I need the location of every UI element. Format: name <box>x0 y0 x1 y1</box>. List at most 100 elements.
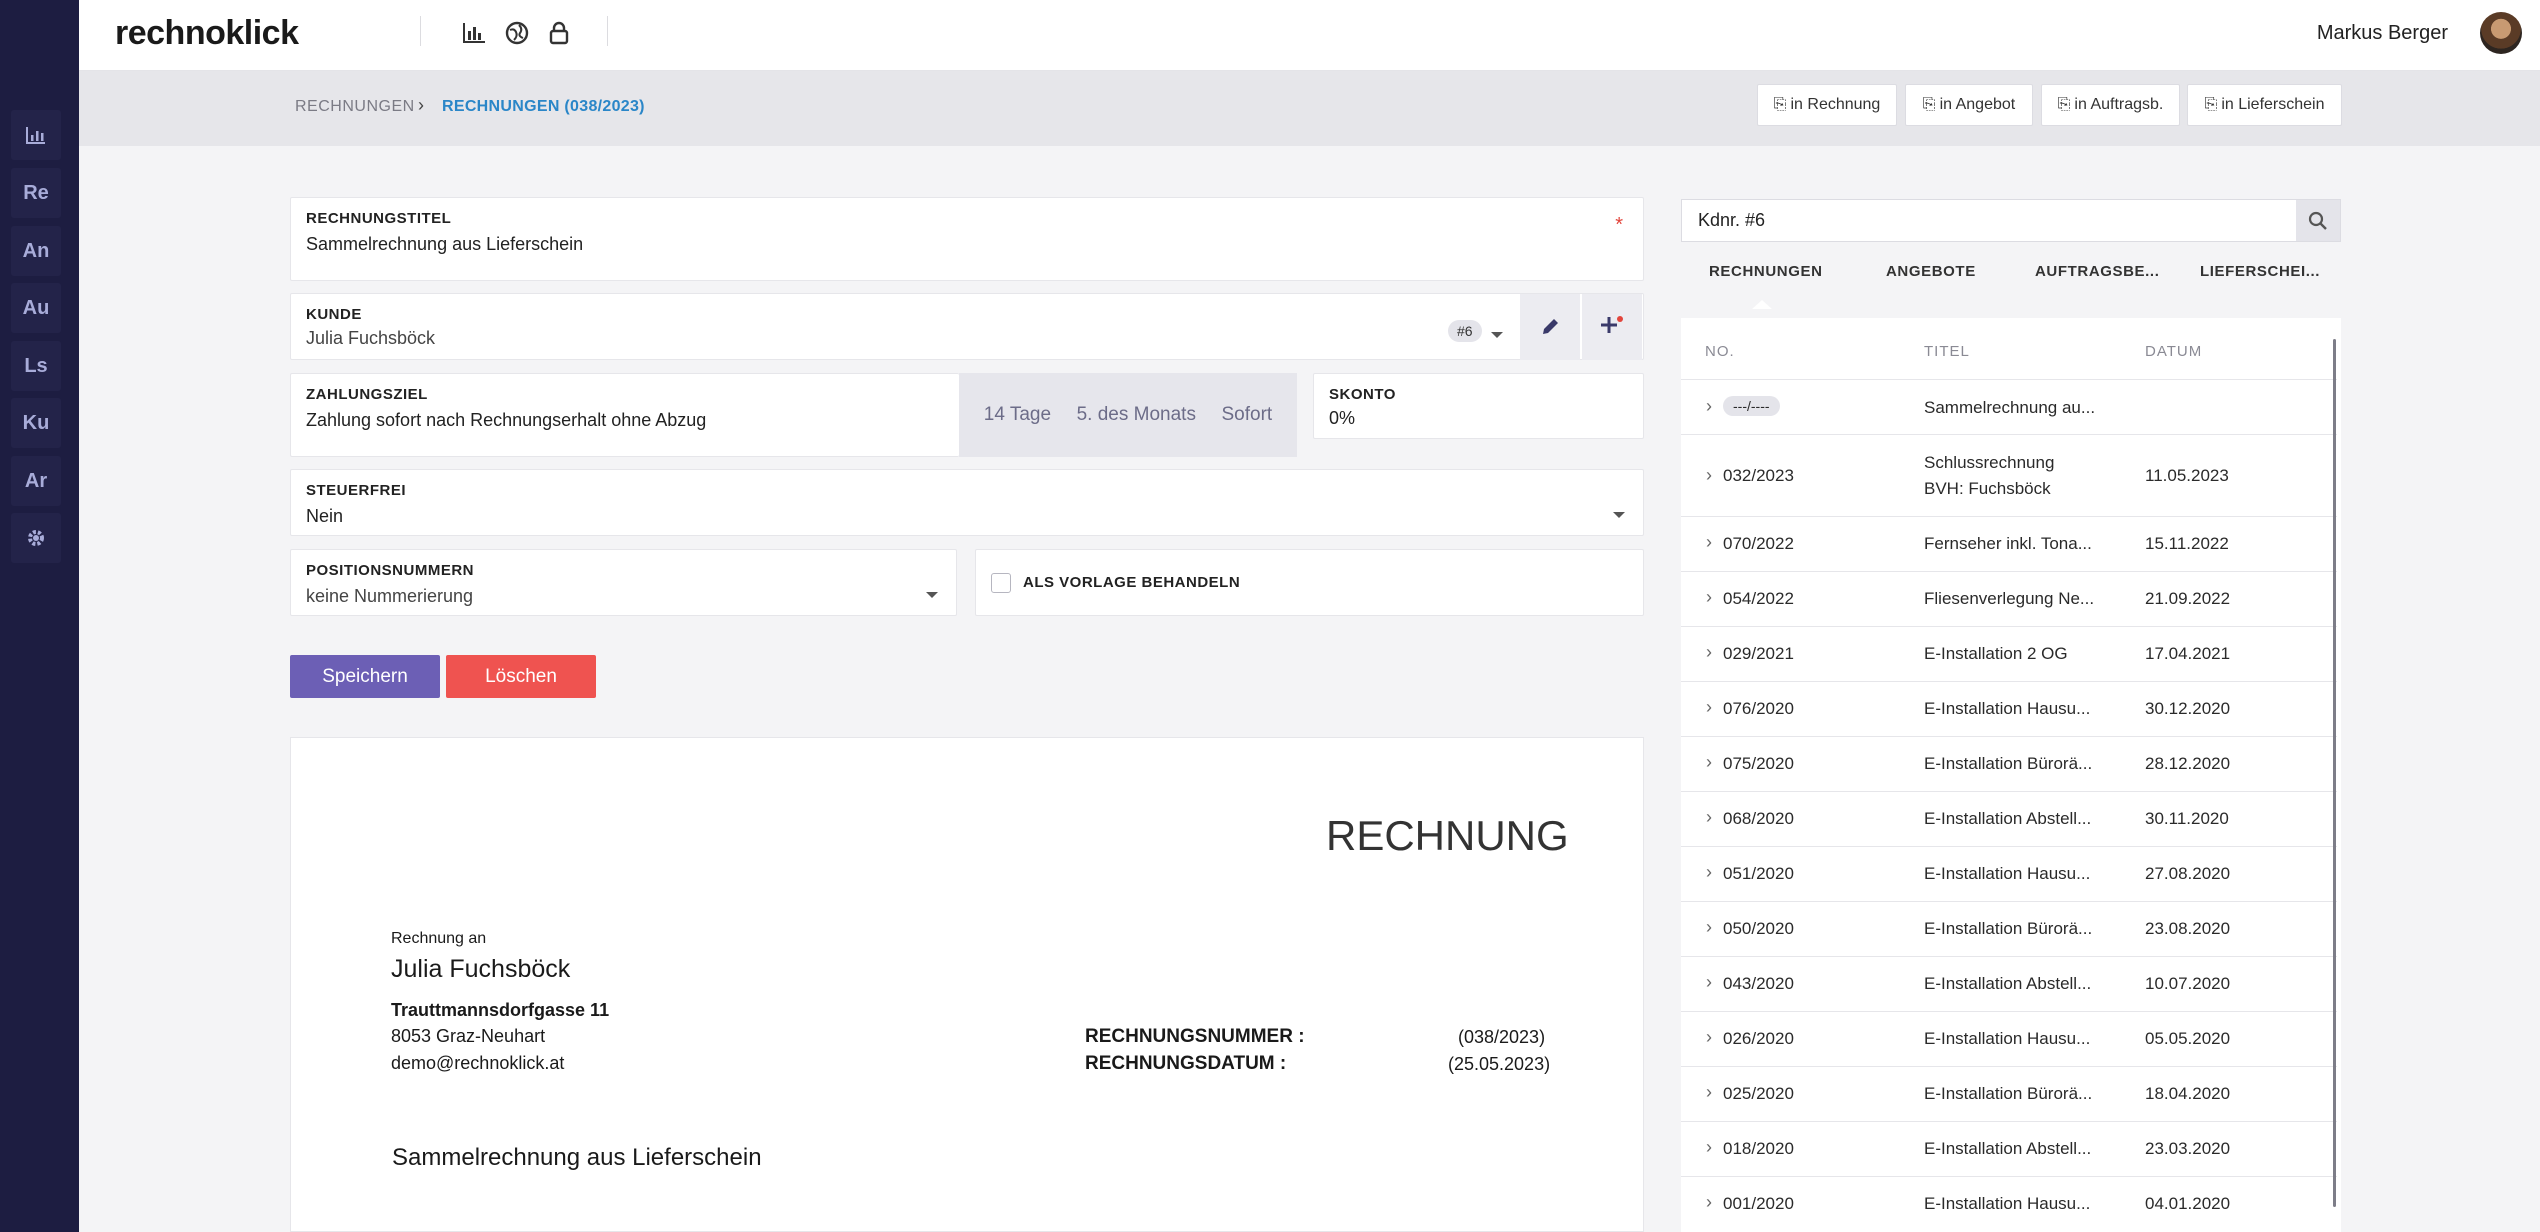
payment-term-input[interactable]: Zahlung sofort nach Rechnungserhalt ohne… <box>306 410 706 431</box>
user-name[interactable]: Markus Berger <box>2317 22 2448 45</box>
table-row[interactable]: › ---/---- Sammelrechnung au... <box>1681 379 2337 434</box>
globe-icon[interactable] <box>504 20 530 46</box>
chevron-right-icon[interactable]: › <box>1706 532 1712 553</box>
table-row[interactable]: › 032/2023 Schlussrechnung BVH: Fuchsböc… <box>1681 434 2337 516</box>
list-scrollbar[interactable] <box>2333 339 2336 1207</box>
invoice-number: 001/2020 <box>1723 1194 1794 1213</box>
chevron-right-icon[interactable]: › <box>1706 752 1712 773</box>
tab-angebote[interactable]: ANGEBOTE <box>1886 263 1976 280</box>
table-row[interactable]: › 050/2020 E-Installation Bürorä... 23.08.2… <box>1681 901 2337 956</box>
chevron-right-icon[interactable]: › <box>1706 697 1712 718</box>
discount-input[interactable]: 0% <box>1329 408 1355 429</box>
active-tab-indicator <box>1752 300 1772 309</box>
chevron-down-icon[interactable] <box>1613 512 1625 518</box>
invoice-title: E-Installation Hausu... <box>1924 699 2091 718</box>
invoice-number: 051/2020 <box>1723 864 1794 883</box>
chevron-right-icon[interactable]: › <box>1706 862 1712 883</box>
chevron-right-icon[interactable]: › <box>1706 1027 1712 1048</box>
convert-to-invoice-button[interactable]: ⎘ in Rechnung <box>1757 84 1897 126</box>
tab-rechnungen[interactable]: RECHNUNGEN <box>1709 263 1823 280</box>
search-button[interactable] <box>2296 200 2340 241</box>
chart-icon[interactable] <box>461 20 487 46</box>
taxfree-field[interactable]: STEUERFREI Nein <box>290 469 1644 536</box>
field-label: STEUERFREI <box>306 482 407 499</box>
chart-icon <box>26 127 45 144</box>
rail-item-dashboard[interactable] <box>11 110 61 160</box>
chevron-right-icon[interactable]: › <box>1706 1137 1712 1158</box>
table-row[interactable]: › 070/2022 Fernseher inkl. Tona... 15.11.20… <box>1681 516 2337 571</box>
edit-customer-button[interactable] <box>1520 294 1580 360</box>
chevron-right-icon[interactable]: › <box>1706 587 1712 608</box>
preview-recipient-label: Rechnung an <box>391 930 487 947</box>
invoice-date: 21.09.2022 <box>2145 589 2231 608</box>
search-input[interactable] <box>1682 200 2296 241</box>
discount-field[interactable]: SKONTO 0% <box>1313 373 1644 439</box>
invoice-title: E-Installation Hausu... <box>1924 1194 2091 1213</box>
delete-button[interactable]: Löschen <box>446 655 596 698</box>
chevron-right-icon[interactable]: › <box>1706 917 1712 938</box>
chevron-down-icon[interactable] <box>1491 332 1503 338</box>
chevron-right-icon[interactable]: › <box>1706 396 1712 417</box>
add-customer-button[interactable] <box>1582 294 1642 360</box>
chevron-right-icon[interactable]: › <box>1706 972 1712 993</box>
chevron-right-icon[interactable]: › <box>1706 807 1712 828</box>
invoice-title: Fernseher inkl. Tona... <box>1924 534 2092 553</box>
customer-select[interactable]: Julia Fuchsböck <box>306 328 435 349</box>
chevron-right-icon[interactable]: › <box>1706 465 1712 486</box>
rail-item-kunden[interactable]: Ku <box>11 398 61 448</box>
lock-icon[interactable] <box>546 20 572 46</box>
rail-item-angebote[interactable]: An <box>11 226 61 276</box>
preview-date-value: (25.05.2023) <box>1448 1054 1551 1074</box>
chevron-right-icon[interactable]: › <box>1706 642 1712 663</box>
tab-auftragsbestaetigungen[interactable]: AUFTRAGSBE... <box>2035 263 2159 280</box>
invoice-title: E-Installation Abstell... <box>1924 809 2092 828</box>
breadcrumb-current: RECHNUNGEN (038/2023) <box>442 98 645 115</box>
taxfree-select[interactable]: Nein <box>306 506 343 527</box>
column-header-date[interactable]: DATUM <box>2145 343 2202 360</box>
template-checkbox[interactable] <box>991 573 1011 593</box>
table-row[interactable]: › 043/2020 E-Installation Abstell... 10.07.… <box>1681 956 2337 1011</box>
rail-item-lieferscheine[interactable]: Ls <box>11 341 61 391</box>
app-logo[interactable]: rechnoklick <box>115 14 299 53</box>
convert-to-delivery-note-button[interactable]: ⎘ in Lieferschein <box>2187 84 2342 126</box>
table-row[interactable]: › 051/2020 E-Installation Hausu... 27.08.20… <box>1681 846 2337 901</box>
rail-item-artikel[interactable]: Ar <box>11 456 61 506</box>
save-button[interactable]: Speichern <box>290 655 440 698</box>
customer-field[interactable]: KUNDE Julia Fuchsböck #6 <box>290 293 1644 360</box>
rail-item-rechnungen[interactable]: Re <box>11 168 61 218</box>
template-field[interactable]: ALS VORLAGE BEHANDELN <box>975 549 1644 616</box>
invoice-title-input[interactable]: Sammelrechnung aus Lieferschein <box>306 234 583 255</box>
preset-14-tage[interactable]: 14 Tage <box>984 404 1051 426</box>
convert-to-offer-button[interactable]: ⎘ in Angebot <box>1905 84 2033 126</box>
preset-sofort[interactable]: Sofort <box>1221 404 1272 426</box>
rail-item-auftraege[interactable]: Au <box>11 283 61 333</box>
avatar[interactable] <box>2480 12 2522 54</box>
table-row[interactable]: › 075/2020 E-Installation Bürorä... 28.12.2… <box>1681 736 2337 791</box>
chevron-right-icon[interactable]: › <box>1706 1192 1712 1213</box>
position-numbers-field[interactable]: POSITIONSNUMMERN keine Nummerierung <box>290 549 957 616</box>
payment-term-field[interactable]: ZAHLUNGSZIEL Zahlung sofort nach Rechnun… <box>290 373 959 457</box>
table-row[interactable]: › 018/2020 E-Installation Abstell... 23.03.… <box>1681 1121 2337 1176</box>
tab-lieferscheine[interactable]: LIEFERSCHEI... <box>2200 263 2320 280</box>
table-row[interactable]: › 029/2021 E-Installation 2 OG 17.04.2021 <box>1681 626 2337 681</box>
chevron-right-icon[interactable]: › <box>1706 1082 1712 1103</box>
breadcrumb-parent[interactable]: RECHNUNGEN <box>295 98 415 116</box>
copy-icon: ⎘ <box>2057 96 2071 113</box>
table-row[interactable]: › 025/2020 E-Installation Bürorä... 18.04.2… <box>1681 1066 2337 1121</box>
rail-item-settings[interactable] <box>11 513 61 563</box>
table-row[interactable]: › 054/2022 Fliesenverlegung Ne... 21.09.202… <box>1681 571 2337 626</box>
template-label[interactable]: ALS VORLAGE BEHANDELN <box>1023 574 1240 591</box>
divider <box>607 16 608 46</box>
convert-to-order-button[interactable]: ⎘ in Auftragsb. <box>2041 84 2180 126</box>
table-row[interactable]: › 076/2020 E-Installation Hausu... 30.12.20… <box>1681 681 2337 736</box>
table-row[interactable]: › 026/2020 E-Installation Hausu... 05.05.20… <box>1681 1011 2337 1066</box>
chevron-down-icon[interactable] <box>926 592 938 598</box>
position-numbers-select[interactable]: keine Nummerierung <box>306 586 473 607</box>
table-row[interactable]: › 068/2020 E-Installation Abstell... 30.11.… <box>1681 791 2337 846</box>
invoice-title-field[interactable]: RECHNUNGSTITEL Sammelrechnung aus Liefer… <box>290 197 1644 281</box>
column-header-no[interactable]: NO. <box>1705 343 1735 360</box>
copy-icon: ⎘ <box>1773 96 1787 113</box>
preset-5-des-monats[interactable]: 5. des Monats <box>1077 404 1196 426</box>
table-row[interactable]: › 001/2020 E-Installation Hausu... 04.01.20… <box>1681 1176 2337 1231</box>
column-header-title[interactable]: TITEL <box>1924 343 1970 360</box>
